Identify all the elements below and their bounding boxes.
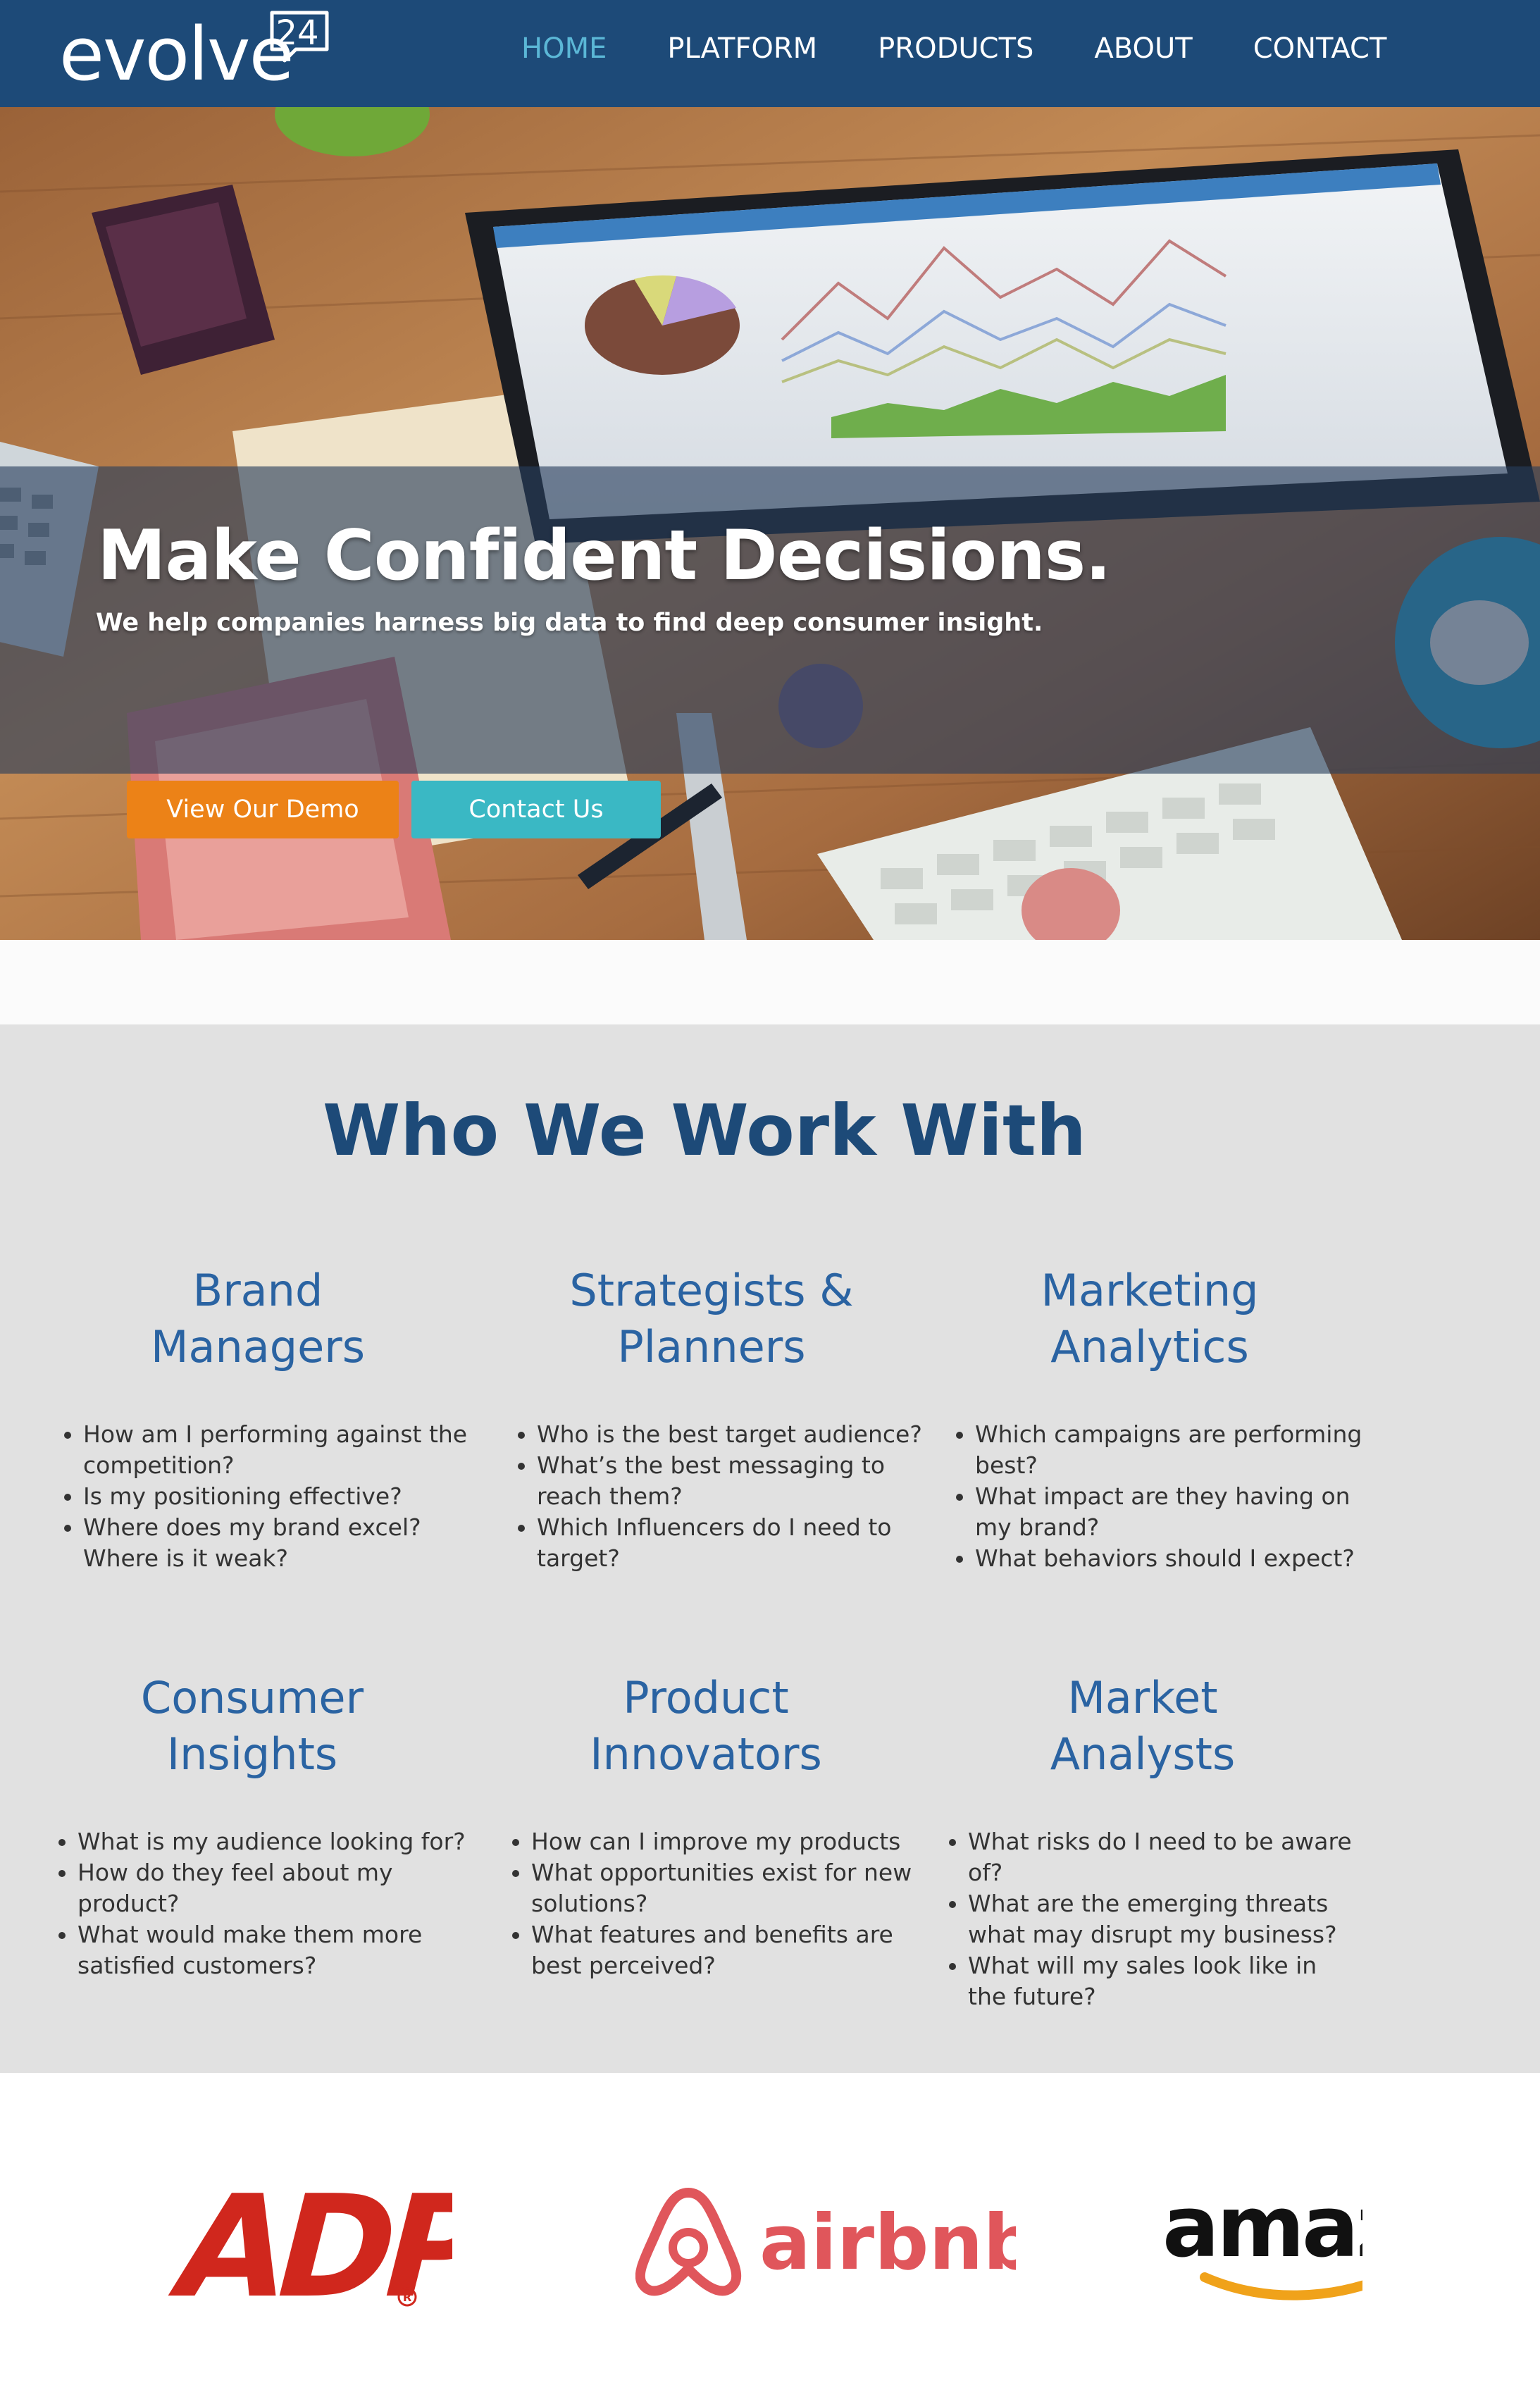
contact-us-button[interactable]: Contact Us [411,781,661,838]
list-item: What behaviors should I expect? [975,1543,1368,1574]
audience-card-title-line: Analysts [1050,1728,1236,1780]
nav-platform[interactable]: PLATFORM [667,27,817,70]
evolve24-logo[interactable]: evolve 24 [59,6,341,97]
audience-card-title-line: Insights [166,1728,338,1780]
audience-card-title-line: Strategists & [569,1265,854,1316]
speech-bubble-icon: 24 [268,8,333,65]
question-list: What risks do I need to be aware of? Wha… [938,1826,1361,2012]
section-title: Who We Work With [322,1089,1087,1172]
list-item: Is my positioning effective? [83,1481,476,1512]
list-item: What is my audience looking for? [77,1826,471,1857]
question-list: How am I performing against the competit… [54,1419,476,1574]
amazon-smile-icon [1200,2272,1362,2300]
section-divider [0,940,1540,1024]
nav-home[interactable]: HOME [521,27,607,70]
hero-section: Make Confident Decisions. We help compan… [0,107,1540,940]
audience-card-title: Strategists & Planners [507,1263,916,1375]
list-item: Which Influencers do I need to target? [537,1512,930,1574]
audience-card-title-line: Planners [617,1321,806,1373]
client-logos-section: ADP R airbnb amaz [0,2073,1540,2397]
nav-products[interactable]: PRODUCTS [878,27,1033,70]
audience-card-title-line: Analytics [1050,1321,1249,1373]
audience-card-marketing-analytics: Marketing Analytics Which campaigns are … [945,1263,1368,1574]
hero-subtitle: We help companies harness big data to fi… [96,609,1043,637]
audience-card-consumer-insights: Consumer Insights What is my audience lo… [48,1670,471,1981]
airbnb-logo: airbnb [635,2179,1038,2308]
hero-title: Make Confident Decisions. [97,516,1111,596]
list-item: What would make them more satisfied cust… [77,1919,471,1981]
view-demo-button[interactable]: View Our Demo [127,781,399,838]
list-item: What risks do I need to be aware of? [968,1826,1361,1888]
audience-card-title: Market Analysts [938,1670,1347,1783]
list-item: Which campaigns are performing best? [975,1419,1368,1481]
list-item: What are the emerging threats what may d… [968,1888,1361,1950]
list-item: What’s the best messaging to reach them? [537,1450,930,1512]
nav-contact[interactable]: CONTACT [1253,27,1387,70]
list-item: What features and benefits are best perc… [531,1919,924,1981]
site-header: evolve 24 HOME PLATFORM PRODUCTS ABOUT C… [0,0,1540,107]
audience-card-market-analysts: Market Analysts What risks do I need to … [938,1670,1361,2012]
who-we-work-with-section: Who We Work With Brand Managers How am I… [0,1024,1540,2073]
audience-card-title: Brand Managers [54,1263,462,1375]
amazon-logo: amaz [1162,2179,1362,2305]
main-nav: HOME PLATFORM PRODUCTS ABOUT CONTACT [521,27,1447,70]
audience-card-title-line: Brand [192,1265,323,1316]
airbnb-logo-text: airbnb [759,2199,1016,2287]
list-item: What opportunities exist for new solutio… [531,1857,924,1919]
audience-card-title-line: Managers [150,1321,366,1373]
audience-card-title: Marketing Analytics [945,1263,1354,1375]
airbnb-belo-icon: airbnb [635,2188,1038,2296]
adp-logo: ADP R [156,2164,504,2329]
audience-card-title: Consumer Insights [48,1670,457,1783]
logo-wordmark: evolve [59,11,294,97]
logo-badge-number: 24 [275,13,319,53]
audience-card-title-line: Marketing [1041,1265,1259,1316]
nav-about[interactable]: ABOUT [1094,27,1192,70]
question-list: Which campaigns are performing best? Wha… [945,1419,1368,1574]
list-item: How do they feel about my product? [77,1857,471,1919]
question-list: How can I improve my products What oppor… [502,1826,924,1981]
audience-card-product-innovators: Product Innovators How can I improve my … [502,1670,924,1981]
audience-card-title-line: Innovators [590,1728,822,1780]
list-item: Who is the best target audience? [537,1419,930,1450]
list-item: What impact are they having on my brand? [975,1481,1368,1543]
audience-card-title-line: Product [623,1672,789,1723]
svg-text:R: R [403,2291,411,2304]
list-item: What will my sales look like in the futu… [968,1950,1361,2012]
list-item: How can I improve my products [531,1826,924,1857]
amazon-logo-text: amaz [1162,2179,1362,2277]
audience-card-title: Product Innovators [502,1670,910,1783]
audience-card-brand-managers: Brand Managers How am I performing again… [54,1263,476,1574]
list-item: Where does my brand excel? Where is it w… [83,1512,476,1574]
question-list: Who is the best target audience? What’s … [507,1419,930,1574]
adp-logo-text: ADP [159,2170,452,2311]
audience-card-title-line: Market [1067,1672,1218,1723]
audience-card-strategists-planners: Strategists & Planners Who is the best t… [507,1263,930,1574]
list-item: How am I performing against the competit… [83,1419,476,1481]
question-list: What is my audience looking for? How do … [48,1826,471,1981]
audience-card-title-line: Consumer [140,1672,364,1723]
